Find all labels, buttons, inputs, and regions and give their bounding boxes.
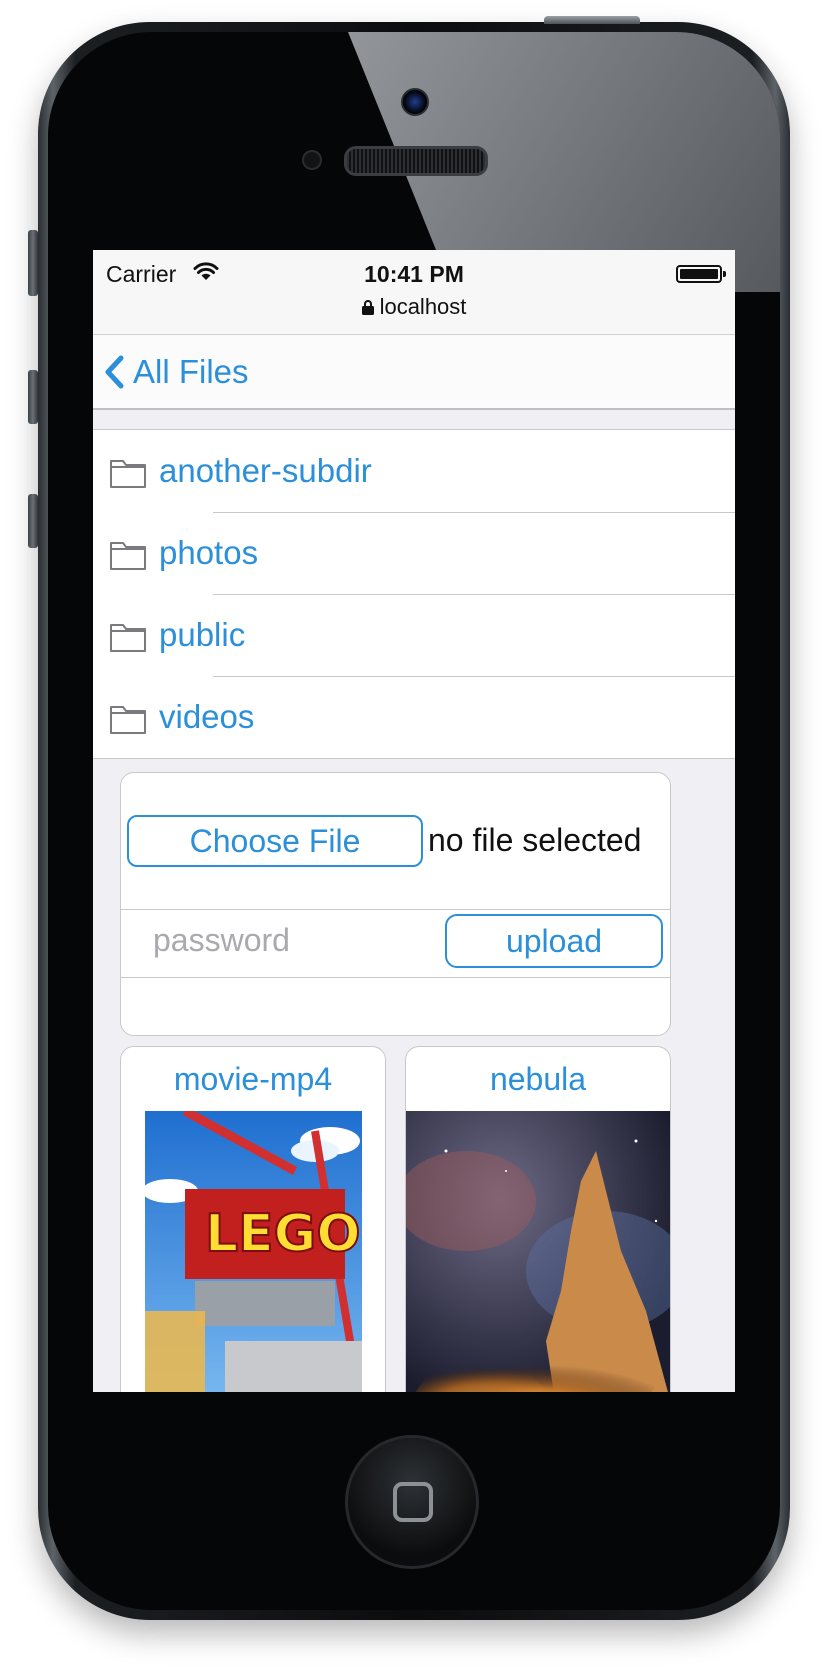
folder-item[interactable]: another-subdir: [93, 430, 735, 512]
address-bar[interactable]: localhost: [93, 294, 735, 320]
folder-icon: [110, 624, 146, 652]
earpiece-speaker: [344, 146, 488, 176]
movie-poster-thumbnail: LEGO: [145, 1111, 362, 1392]
folder-name: another-subdir: [159, 452, 372, 489]
screen: Carrier 10:41 PM localhost All Files ano…: [93, 250, 735, 1392]
folder-name: photos: [159, 534, 259, 571]
status-bar: Carrier 10:41 PM localhost: [93, 250, 735, 335]
upload-form: Choose File no file selected upload: [120, 772, 671, 1036]
volume-up-button: [28, 370, 38, 424]
divider: [121, 909, 670, 910]
mute-switch: [28, 230, 38, 296]
folder-icon: [110, 542, 146, 570]
folder-item[interactable]: photos: [93, 512, 735, 594]
lock-icon: [361, 300, 374, 315]
media-tile-movie[interactable]: movie-mp4 LEGO: [120, 1046, 386, 1392]
power-button: [544, 16, 640, 24]
media-tile-nebula[interactable]: nebula: [405, 1046, 671, 1392]
chevron-left-icon: [105, 355, 124, 389]
home-square-icon: [393, 1482, 433, 1522]
folder-item[interactable]: videos: [93, 676, 735, 758]
back-label: All Files: [133, 353, 249, 390]
svg-text:LEGO: LEGO: [205, 1204, 361, 1264]
folder-item[interactable]: public: [93, 594, 735, 676]
folder-name: public: [159, 616, 246, 653]
proximity-sensor: [302, 150, 322, 170]
folder-name: videos: [159, 698, 255, 735]
choose-file-button[interactable]: Choose File: [127, 815, 423, 867]
nav-bar: All Files: [93, 335, 735, 410]
battery-icon: [676, 265, 726, 283]
tile-title: movie-mp4: [173, 1061, 333, 1097]
password-field[interactable]: [153, 918, 433, 962]
tile-title: nebula: [489, 1061, 587, 1097]
divider: [121, 977, 670, 978]
nebula-thumbnail: [406, 1111, 670, 1392]
folder-icon: [110, 706, 146, 734]
folder-icon: [110, 460, 146, 488]
back-button[interactable]: All Files: [103, 347, 249, 397]
upload-button[interactable]: upload: [445, 914, 663, 968]
file-status-text: no file selected: [428, 822, 642, 858]
status-time: 10:41 PM: [364, 261, 464, 287]
home-button[interactable]: [345, 1435, 479, 1569]
front-camera: [401, 88, 429, 116]
folder-list: another-subdir photos public videos: [93, 429, 735, 759]
volume-down-button: [28, 494, 38, 548]
url-text: localhost: [379, 294, 467, 319]
